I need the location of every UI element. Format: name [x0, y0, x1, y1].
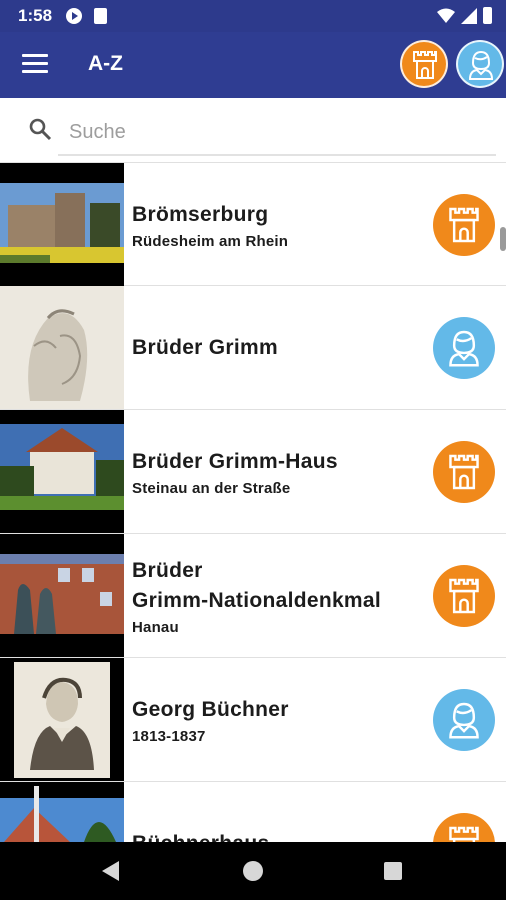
thumbnail-image	[0, 782, 124, 842]
thumbnail-image	[0, 534, 124, 657]
list-item-title-line: Brüder	[132, 558, 203, 582]
app-bar: A-Z	[0, 32, 506, 98]
list-item[interactable]: Georg Büchner 1813-1837	[0, 658, 506, 782]
system-navigation-bar	[0, 842, 506, 900]
list-item-title: Büchnerhaus	[132, 829, 417, 843]
list-item-title: Georg Büchner	[132, 697, 289, 721]
list-item-title: Brüder Grimm-Nationaldenkmal	[132, 556, 417, 616]
sd-card-icon	[94, 8, 107, 24]
category-badge	[433, 813, 495, 842]
search-input[interactable]	[58, 110, 496, 156]
status-time: 1:58	[18, 6, 53, 25]
list-item-text: Brüder Grimm	[132, 286, 417, 409]
list-item-subtitle: 1813-1837	[132, 727, 206, 745]
category-badge	[433, 441, 495, 503]
scrollbar-thumb[interactable]	[500, 227, 506, 251]
person-icon	[449, 702, 479, 739]
castle-icon	[449, 454, 479, 490]
list-item-text: Büchnerhaus	[132, 782, 417, 843]
search-icon	[29, 118, 52, 141]
list-item-text: Georg Büchner 1813-1837	[132, 658, 417, 781]
filter-person-button[interactable]	[456, 40, 504, 88]
list-item[interactable]: Brömserburg Rüdesheim am Rhein	[0, 162, 506, 286]
attractions-list[interactable]: Brömserburg Rüdesheim am Rhein Brüder Gr…	[0, 162, 506, 842]
category-badge	[433, 194, 495, 256]
castle-icon	[449, 578, 479, 614]
cell-signal-icon	[461, 7, 477, 24]
page-title: A-Z	[88, 52, 123, 75]
search-bar	[0, 98, 506, 162]
category-badge	[433, 689, 495, 751]
list-item-title-line: Grimm-Nationaldenkmal	[132, 588, 382, 612]
filter-castle-button[interactable]	[400, 40, 448, 88]
list-item-title: Brüder Grimm	[132, 335, 278, 359]
category-badge	[433, 565, 495, 627]
category-badge	[433, 317, 495, 379]
play-notification-icon	[66, 8, 82, 24]
list-item[interactable]: Brüder Grimm	[0, 286, 506, 410]
person-icon	[449, 330, 479, 367]
list-item-text: Brüder Grimm-Nationaldenkmal Hanau	[132, 534, 417, 657]
thumbnail-image	[0, 163, 124, 286]
wifi-icon	[437, 8, 455, 23]
list-item-text: Brömserburg Rüdesheim am Rhein	[132, 163, 417, 286]
list-item-text: Brüder Grimm-Haus Steinau an der Straße	[132, 410, 417, 533]
list-item[interactable]: Büchnerhaus	[0, 782, 506, 842]
list-item[interactable]: Brüder Grimm-Haus Steinau an der Straße	[0, 410, 506, 534]
back-icon[interactable]	[102, 861, 119, 881]
list-item-subtitle: Rüdesheim am Rhein	[132, 232, 289, 250]
list-item[interactable]: Brüder Grimm-Nationaldenkmal Hanau	[0, 534, 506, 658]
status-indicators	[437, 7, 492, 24]
castle-icon	[449, 207, 479, 243]
recents-icon[interactable]	[384, 862, 402, 880]
list-item-subtitle: Hanau	[132, 618, 179, 636]
thumbnail-image	[0, 410, 124, 533]
thumbnail-image	[0, 658, 124, 781]
home-icon[interactable]	[243, 861, 263, 881]
thumbnail-image	[0, 286, 124, 409]
castle-icon	[449, 826, 479, 842]
status-bar: 1:58	[0, 0, 506, 32]
list-item-title: Brüder Grimm-Haus	[132, 449, 338, 473]
person-icon	[468, 50, 494, 80]
castle-icon	[413, 51, 437, 79]
list-item-title: Brömserburg	[132, 202, 269, 226]
list-item-subtitle: Steinau an der Straße	[132, 479, 291, 497]
hamburger-menu-icon[interactable]	[22, 54, 48, 74]
battery-icon	[483, 7, 492, 24]
